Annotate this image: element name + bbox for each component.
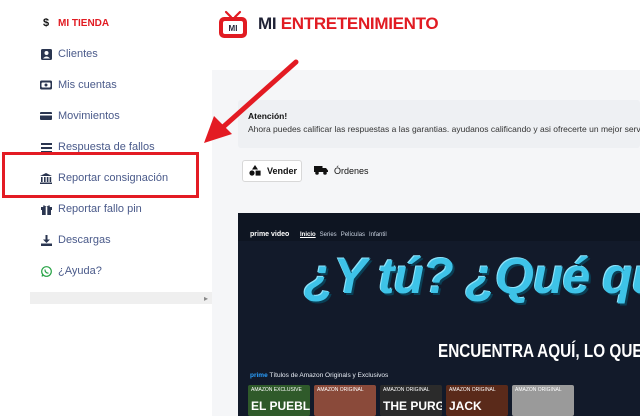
page: $ MI TIENDA Clientes Mis cuentas Movimie…: [0, 0, 640, 416]
annotation-arrow: [204, 59, 299, 143]
